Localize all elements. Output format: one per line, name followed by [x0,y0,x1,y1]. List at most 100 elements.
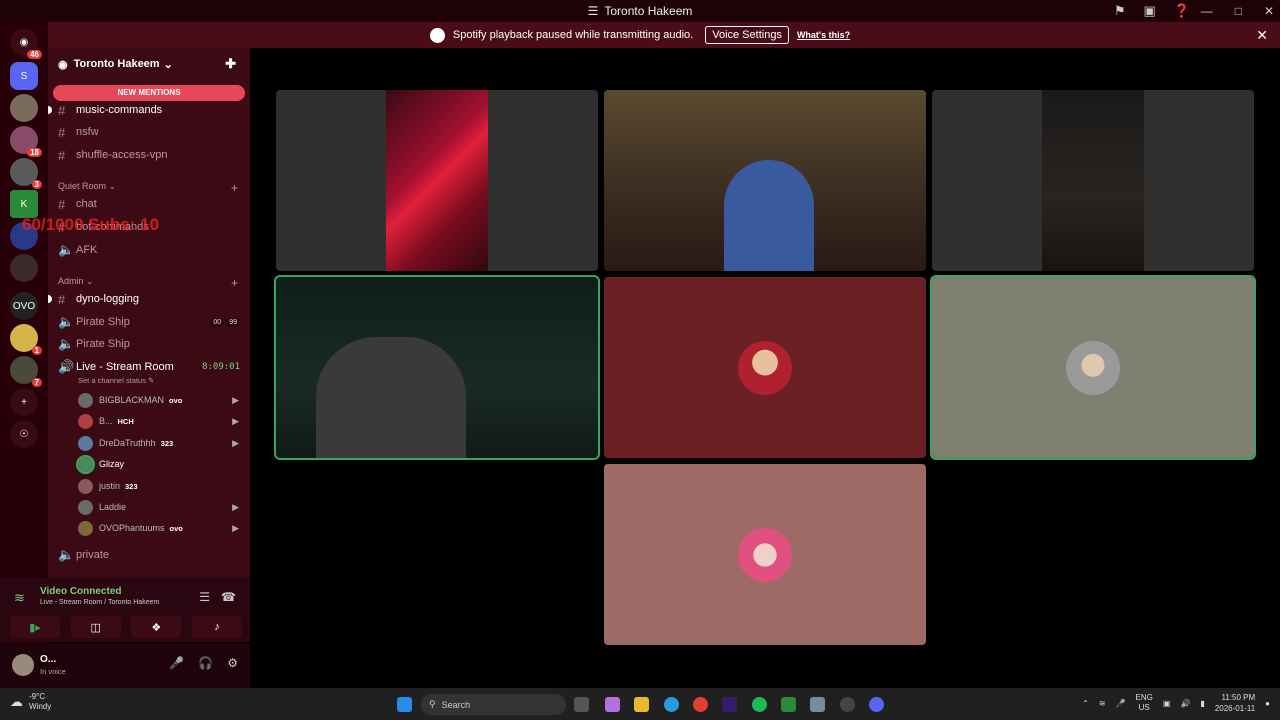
speaker-icon: 🔊 [58,359,75,374]
category-quiet-room[interactable]: Quiet Room ⌄ + [58,181,238,195]
video-tile[interactable] [276,90,598,271]
screen-share-button[interactable]: ◫ [70,616,121,638]
volume-icon[interactable]: 🔊 [1180,699,1190,708]
channel-pirate-ship[interactable]: 🔈 Pirate Ship [58,334,246,354]
video-tile[interactable] [604,464,926,645]
call-timer: 8:09:01 [202,362,240,372]
gear-icon[interactable]: ⚙ [227,656,238,670]
microphone-icon[interactable]: 🎤 [169,656,184,670]
home-icon[interactable]: ◉ 46 [10,28,42,59]
help-icon[interactable]: ❓ [1174,3,1190,19]
invite-icon[interactable]: ✚ [225,56,236,72]
start-icon[interactable] [397,697,412,712]
activities-button[interactable]: ❖ [131,616,182,638]
file-explorer-icon[interactable] [634,697,649,712]
server-icon[interactable]: S [10,62,38,90]
channel-dyno-logging[interactable]: # dyno-logging [58,289,246,309]
camera-button[interactable]: ▮▸ [10,616,60,638]
chevron-up-icon[interactable]: ⌃ [1082,699,1089,708]
voice-settings-button[interactable]: Voice Settings [705,26,789,44]
voice-location[interactable]: Live - Stream Room / Toronto Hakeem [40,599,159,606]
channel-live-stream-room[interactable]: 🔊 Live - Stream Room 8:09:01 [58,357,246,377]
server-icon[interactable]: 1 [10,324,42,355]
channel-nsfw[interactable]: # nsfw [58,122,246,142]
language-indicator[interactable]: ENG US [1136,693,1153,713]
screen-share-icon: ◫ [90,621,101,634]
chevron-down-icon: ⌄ [163,58,173,71]
avatar [78,478,93,494]
edge-icon[interactable] [664,697,679,712]
voice-member[interactable]: Laddie ▶ [78,497,243,517]
explore-icon[interactable]: ☉ [10,420,38,448]
voice-member[interactable]: BIGBLACKMAN ovo ▶ [78,390,243,410]
add-server-icon[interactable]: + [10,388,38,416]
add-channel-icon[interactable]: + [231,181,238,195]
taskbar-search[interactable]: ⚲ Search [421,694,566,715]
spotify-icon[interactable] [752,697,767,712]
server-icon[interactable] [10,222,38,250]
close-button[interactable]: ✕ [1264,4,1274,18]
settings-icon[interactable] [810,697,825,712]
channel-bot-commands[interactable]: # bot-commands [58,217,246,237]
server-icon[interactable]: OVO [10,292,38,320]
new-mentions-pill[interactable]: NEW MENTIONS [53,85,245,101]
maximize-button[interactable]: □ [1235,4,1242,18]
channel-afk[interactable]: 🔈 AFK [58,240,246,260]
video-tile-speaking[interactable] [274,275,600,460]
channel-shuffle-access-vpn[interactable]: # shuffle-access-vpn [58,145,246,165]
video-tile[interactable] [604,277,926,458]
server-icon[interactable]: 3 [10,158,42,189]
server-icon[interactable]: K [10,190,38,218]
server-icon[interactable]: 18 [10,126,42,157]
voice-member[interactable]: B... HCH ▶ [78,411,243,431]
channel-private[interactable]: 🔈 private [58,545,246,565]
channel-chat[interactable]: # chat [58,194,246,214]
disconnect-icon[interactable]: ☎ [221,590,236,604]
chrome-icon[interactable] [693,697,708,712]
discord-window: ☰ Toronto Hakeem ⚑ ▣ ❓ — □ ✕ Spotify play… [0,0,1280,720]
xbox-icon[interactable] [781,697,796,712]
microphone-icon[interactable]: 🎤 [1116,699,1126,708]
voice-member[interactable]: OVOPhantuums ovo ▶ [78,518,243,538]
avatar[interactable] [12,654,34,676]
server-icon[interactable]: 7 [10,356,42,387]
voice-status: Video Connected [40,586,122,597]
camera-icon: ▶ [232,501,239,512]
discord-icon[interactable] [869,697,884,712]
clock[interactable]: 11:50 PM 2026-01-11 [1215,692,1255,714]
voice-member[interactable]: justin 323 [78,476,243,496]
monitor-icon[interactable]: ▣ [1163,699,1171,708]
whats-this-link[interactable]: What's this? [797,30,850,40]
username[interactable]: O... [40,654,56,665]
channel-status[interactable]: Set a channel status ✎ [78,376,154,385]
voice-member[interactable]: DreDaTruthhh 323 ▶ [78,433,243,453]
category-admin[interactable]: Admin ⌄ + [58,276,238,290]
video-tile[interactable] [604,90,926,271]
add-channel-icon[interactable]: + [231,276,238,290]
server-header[interactable]: ◉ Toronto Hakeem ⌄ ✚ [48,48,250,80]
close-banner-icon[interactable]: ✕ [1256,27,1268,44]
server-icon[interactable] [10,254,38,282]
user-status: In voice [40,667,66,676]
copilot-icon[interactable] [605,697,620,712]
task-view-icon[interactable] [574,697,589,712]
weather-widget[interactable]: ☁ -9°C Windy [10,692,51,712]
inbox-flag-icon[interactable]: ⚑ [1114,3,1126,19]
notification-icon[interactable]: ● [1265,699,1270,708]
channel-music-commands[interactable]: # music-commands [58,100,246,120]
headphones-icon[interactable]: 🎧 [198,656,213,670]
signal-icon[interactable]: ≋ [14,590,25,606]
noise-suppression-icon[interactable]: ☰ [199,590,210,604]
obs-icon[interactable] [840,697,855,712]
app-icon[interactable] [722,697,737,712]
server-icon[interactable] [10,94,38,122]
soundboard-button[interactable]: ♪ [191,616,242,638]
video-tile[interactable] [932,90,1254,271]
voice-member[interactable]: Glizay [76,454,243,474]
battery-icon[interactable]: ▮ [1200,699,1204,708]
minimize-button[interactable]: — [1201,4,1213,18]
network-icon[interactable]: ≋ [1099,699,1106,708]
window-icon[interactable]: ▣ [1144,3,1156,19]
video-tile-speaking[interactable] [930,275,1256,460]
channel-pirate-ship[interactable]: 🔈 Pirate Ship 00 99 [58,312,246,332]
